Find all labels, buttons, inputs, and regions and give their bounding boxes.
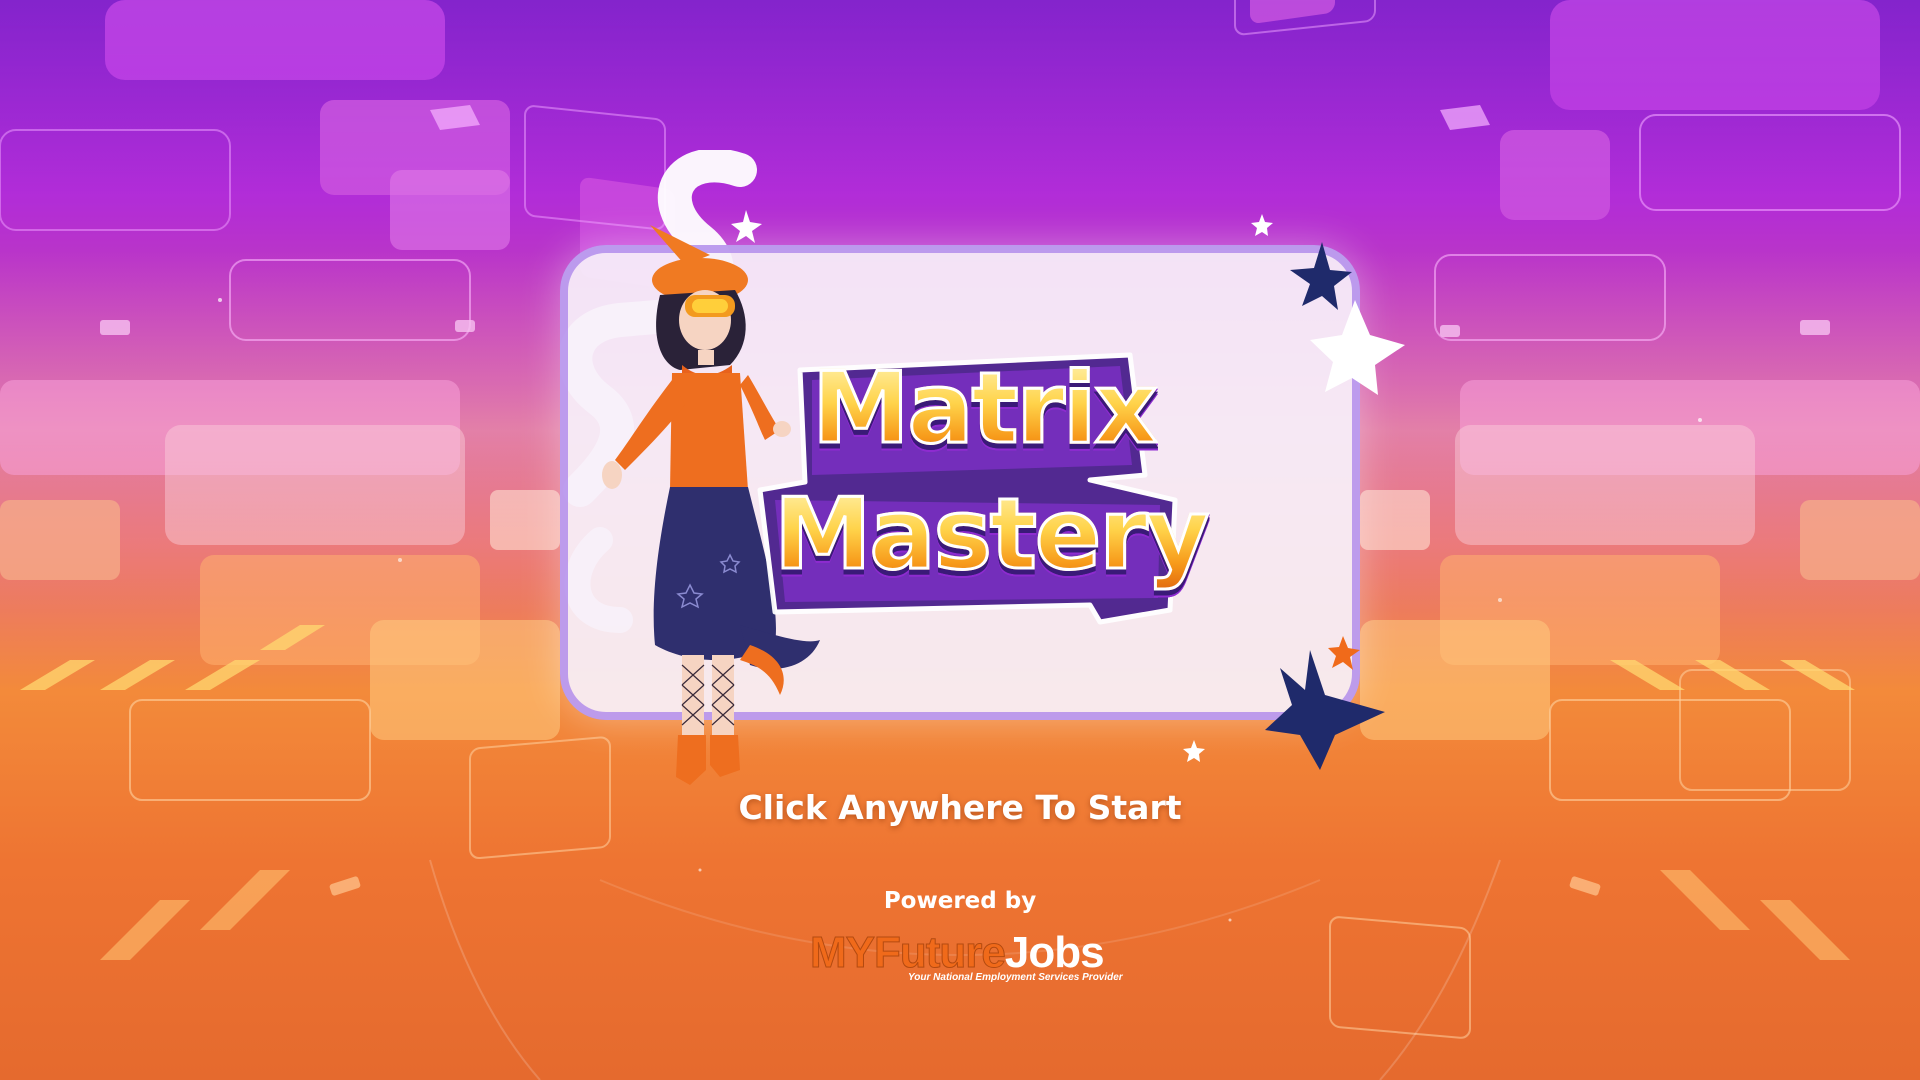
brand-name-part-2: Jobs xyxy=(1004,928,1105,977)
game-title-line-2: Mastery xyxy=(773,477,1212,594)
game-start-screen[interactable]: Matrix Mastery Click Anywhere To Start P… xyxy=(0,0,1920,1080)
brand-logo: MYFutureJobs Your National Employment Se… xyxy=(810,928,1123,988)
start-prompt[interactable]: Click Anywhere To Start xyxy=(0,788,1920,827)
game-title-line-1: Matrix xyxy=(811,351,1160,468)
brand-tagline: Your National Employment Services Provid… xyxy=(908,972,1123,983)
brand-name-part-1: MYFuture xyxy=(810,928,1007,978)
brand-name: MYFutureJobs xyxy=(810,928,1105,978)
powered-by-label: Powered by xyxy=(883,888,1037,914)
